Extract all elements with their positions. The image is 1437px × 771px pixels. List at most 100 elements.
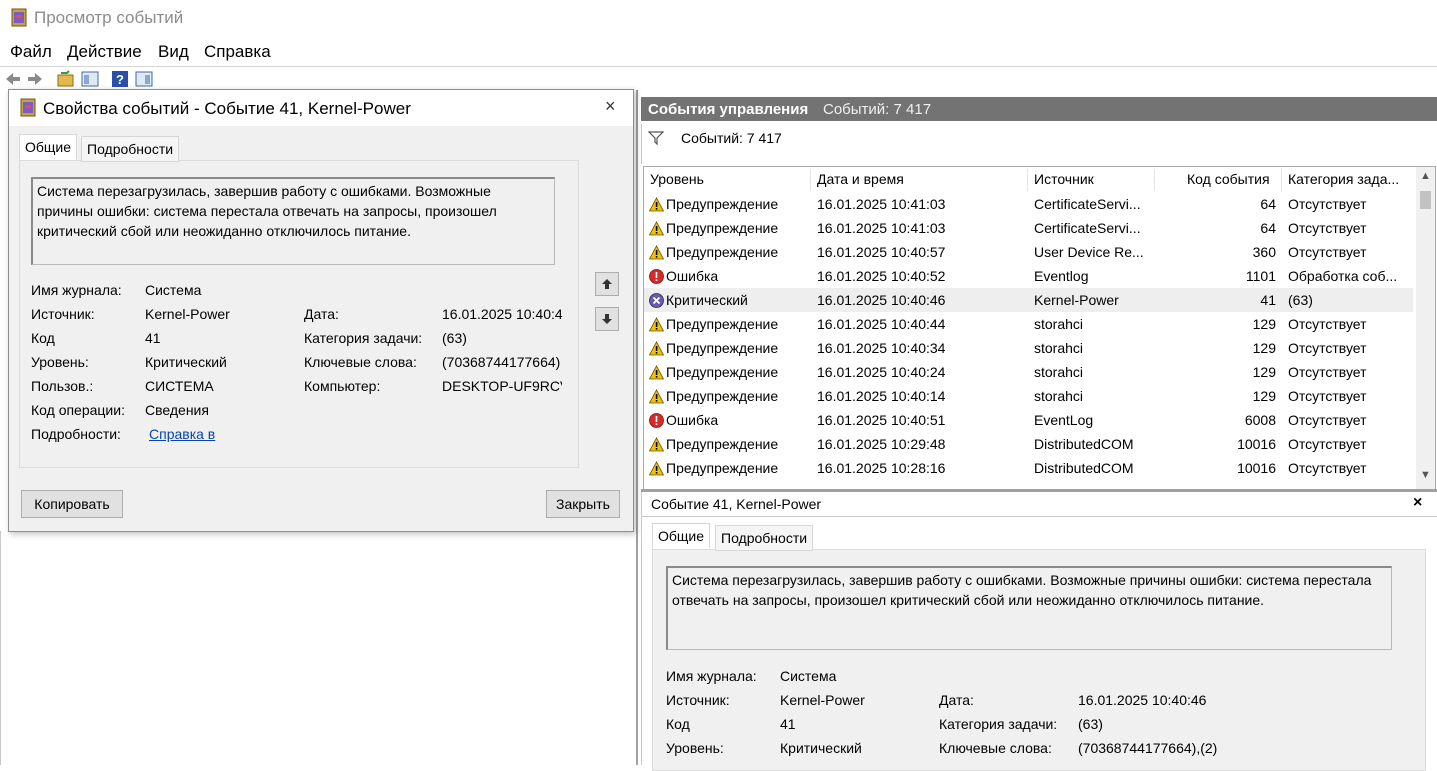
preview-label-date: Дата: — [939, 692, 974, 708]
cell-source: Kernel-Power — [1034, 292, 1119, 308]
table-row[interactable]: Предупреждение 16.01.2025 10:29:48 Distrib… — [644, 432, 1413, 456]
scroll-up-icon[interactable]: ▲ — [1420, 170, 1431, 182]
table-row[interactable]: Предупреждение 16.01.2025 10:41:03 Certifi… — [644, 192, 1413, 216]
cell-level: Ошибка — [666, 268, 719, 284]
copy-button[interactable]: Копировать — [21, 490, 123, 518]
table-scrollbar[interactable]: ▲ ▼ — [1416, 167, 1435, 489]
dialog-value-log: Система — [145, 282, 202, 298]
preview-tab-general[interactable]: Общие — [652, 523, 711, 549]
cell-level: Предупреждение — [666, 460, 779, 476]
scroll-thumb[interactable] — [1420, 191, 1431, 209]
table-row[interactable]: Ошибка 16.01.2025 10:40:52 Eventlog 1101 Обр… — [644, 264, 1413, 288]
dialog-tab-details[interactable]: Подробности — [81, 136, 180, 162]
cell-event-code: 6008 — [1244, 412, 1276, 428]
log-event-count: Событий: 7 417 — [823, 101, 932, 118]
preview-close-icon[interactable]: × — [1413, 494, 1422, 512]
action-pane-icon[interactable] — [135, 70, 153, 88]
table-row[interactable]: Предупреждение 16.01.2025 10:40:14 storahc… — [644, 384, 1413, 408]
column-task-category[interactable]: Категория зада... — [1288, 171, 1399, 187]
divider — [642, 516, 1437, 517]
table-row[interactable]: Предупреждение 16.01.2025 10:41:03 Certifi… — [644, 216, 1413, 240]
dialog-label-log: Имя журнала: — [31, 282, 122, 298]
cell-source: storahci — [1034, 388, 1084, 404]
preview-value-log: Система — [780, 668, 837, 684]
warning-icon — [649, 197, 664, 212]
cell-source: storahci — [1034, 316, 1084, 332]
cell-datetime: 16.01.2025 10:40:51 — [817, 412, 946, 428]
column-event-code[interactable]: Код события — [1187, 171, 1270, 187]
cell-datetime: 16.01.2025 10:28:16 — [817, 460, 946, 476]
previous-event-button[interactable] — [595, 272, 619, 296]
column-divider[interactable] — [1281, 169, 1282, 191]
dialog-label-user: Пользов.: — [31, 378, 94, 394]
column-level[interactable]: Уровень — [650, 171, 704, 187]
column-divider[interactable] — [1027, 169, 1028, 191]
next-event-button[interactable] — [595, 307, 619, 331]
preview-tab-details[interactable]: Подробности — [715, 525, 814, 551]
open-folder-icon[interactable] — [57, 70, 75, 88]
cell-task-category: Отсутствует — [1288, 436, 1367, 452]
dialog-value-user: СИСТЕМА — [145, 378, 214, 394]
table-row[interactable]: Предупреждение 16.01.2025 10:40:34 storahc… — [644, 336, 1413, 360]
app-title-bar: Просмотр событий — [0, 0, 1437, 36]
cell-source: CertificateServi... — [1034, 196, 1141, 212]
table-row[interactable]: Ошибка 16.01.2025 10:40:51 EventLog 6008 Отс… — [644, 408, 1413, 432]
menu-action[interactable]: Действие — [67, 42, 142, 62]
dialog-value-opcode: Сведения — [145, 402, 209, 418]
dialog-value-level: Критический — [145, 354, 227, 370]
cell-source: DistributedCOM — [1034, 436, 1134, 452]
warning-icon — [649, 245, 664, 260]
dialog-close-icon[interactable]: × — [605, 96, 616, 117]
up-arrow-icon — [602, 279, 612, 289]
dialog-value-date: 16.01.2025 10:40:4 — [442, 306, 562, 322]
menu-view[interactable]: Вид — [158, 42, 189, 62]
table-row[interactable]: Предупреждение 16.01.2025 10:40:24 storahc… — [644, 360, 1413, 384]
dialog-label-category: Категория задачи: — [304, 330, 423, 346]
help-icon[interactable]: ? — [111, 70, 129, 88]
cell-level: Предупреждение — [666, 364, 779, 380]
column-divider[interactable] — [810, 169, 811, 191]
dialog-label-level: Уровень: — [31, 354, 89, 370]
cell-level: Предупреждение — [666, 244, 779, 260]
dialog-help-link[interactable]: Справка в — [149, 426, 215, 442]
dialog-value-computer: DESKTOP-UF9RCV — [442, 378, 562, 394]
table-row[interactable]: Предупреждение 16.01.2025 10:40:44 storahc… — [644, 312, 1413, 336]
menu-file[interactable]: Файл — [10, 42, 52, 62]
filter-icon[interactable] — [648, 131, 664, 145]
cell-level: Ошибка — [666, 412, 719, 428]
column-datetime[interactable]: Дата и время — [817, 171, 904, 187]
table-row[interactable]: Предупреждение 16.01.2025 10:40:57 User De… — [644, 240, 1413, 264]
table-row[interactable]: Предупреждение 16.01.2025 10:28:16 Distrib… — [644, 456, 1413, 480]
error-icon — [649, 413, 664, 428]
pane-splitter[interactable] — [636, 90, 638, 765]
column-divider[interactable] — [1154, 169, 1155, 191]
close-button[interactable]: Закрыть — [546, 490, 620, 518]
cell-event-code: 360 — [1252, 244, 1276, 260]
cell-task-category: Отсутствует — [1288, 460, 1367, 476]
console-tree-icon[interactable] — [81, 70, 99, 88]
dialog-title: Свойства событий - Событие 41, Kernel-Po… — [43, 99, 411, 118]
column-source[interactable]: Источник — [1034, 171, 1094, 187]
back-arrow-icon[interactable] — [4, 70, 22, 88]
preview-value-keywords: (70368744177664),(2) — [1078, 740, 1218, 756]
preview-label-level: Уровень: — [666, 740, 724, 756]
menu-help[interactable]: Справка — [204, 42, 271, 62]
preview-value-code: 41 — [780, 716, 796, 732]
table-row[interactable]: Критический 16.01.2025 10:40:46 Kernel-Pow… — [644, 288, 1413, 312]
preview-value-level: Критический — [780, 740, 862, 756]
forward-arrow-icon[interactable] — [26, 70, 44, 88]
dialog-tab-general[interactable]: Общие — [19, 134, 78, 160]
scroll-down-icon[interactable]: ▼ — [1420, 469, 1431, 481]
preview-message: Система перезагрузилась, завершив работу… — [666, 566, 1392, 650]
dialog-right-fields: Дата: 16.01.2025 10:40:4 Категория задач… — [304, 300, 562, 410]
cell-task-category: Отсутствует — [1288, 388, 1367, 404]
dialog-value-code: 41 — [145, 330, 161, 346]
cell-event-code: 1101 — [1245, 268, 1276, 284]
cell-datetime: 16.01.2025 10:40:46 — [817, 292, 946, 308]
cell-level: Предупреждение — [666, 340, 779, 356]
cell-level: Предупреждение — [666, 388, 779, 404]
cell-task-category: Обработка соб... — [1288, 268, 1398, 284]
cell-task-category: Отсутствует — [1288, 316, 1367, 332]
app-title: Просмотр событий — [34, 8, 184, 27]
warning-icon — [649, 221, 664, 236]
